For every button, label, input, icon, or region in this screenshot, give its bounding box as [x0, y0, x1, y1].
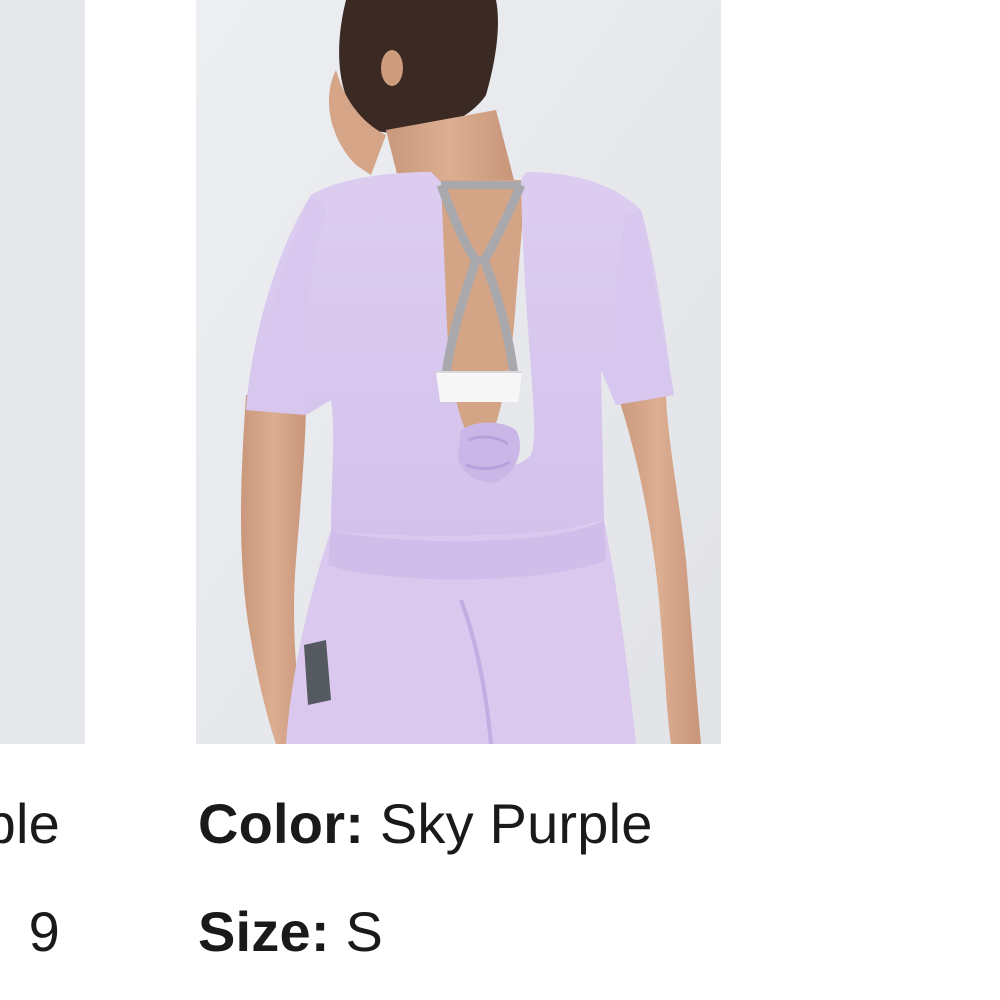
- product-image-previous[interactable]: [0, 0, 85, 744]
- product-image[interactable]: [196, 0, 721, 744]
- product-meta-previous: ple 9: [0, 790, 60, 1000]
- product-photo-illustration: [196, 0, 721, 744]
- product-card[interactable]: Color: Sky Purple Size: S: [196, 0, 721, 1000]
- color-label: Color:: [198, 792, 380, 855]
- color-value: Sky Purple: [379, 792, 653, 855]
- size-value-fragment: 9: [28, 900, 60, 963]
- size-value: S: [345, 900, 384, 963]
- color-row: Color: Sky Purple: [198, 790, 718, 858]
- product-card-previous[interactable]: ple 9: [0, 0, 85, 1000]
- cart-product-strip: ple 9 Color: Sky Purple Size: S: [0, 0, 1000, 1000]
- color-value-fragment: ple: [0, 792, 60, 855]
- size-row: Size: S: [198, 898, 718, 966]
- size-label: Size:: [198, 900, 346, 963]
- product-meta: Color: Sky Purple Size: S: [198, 790, 718, 1000]
